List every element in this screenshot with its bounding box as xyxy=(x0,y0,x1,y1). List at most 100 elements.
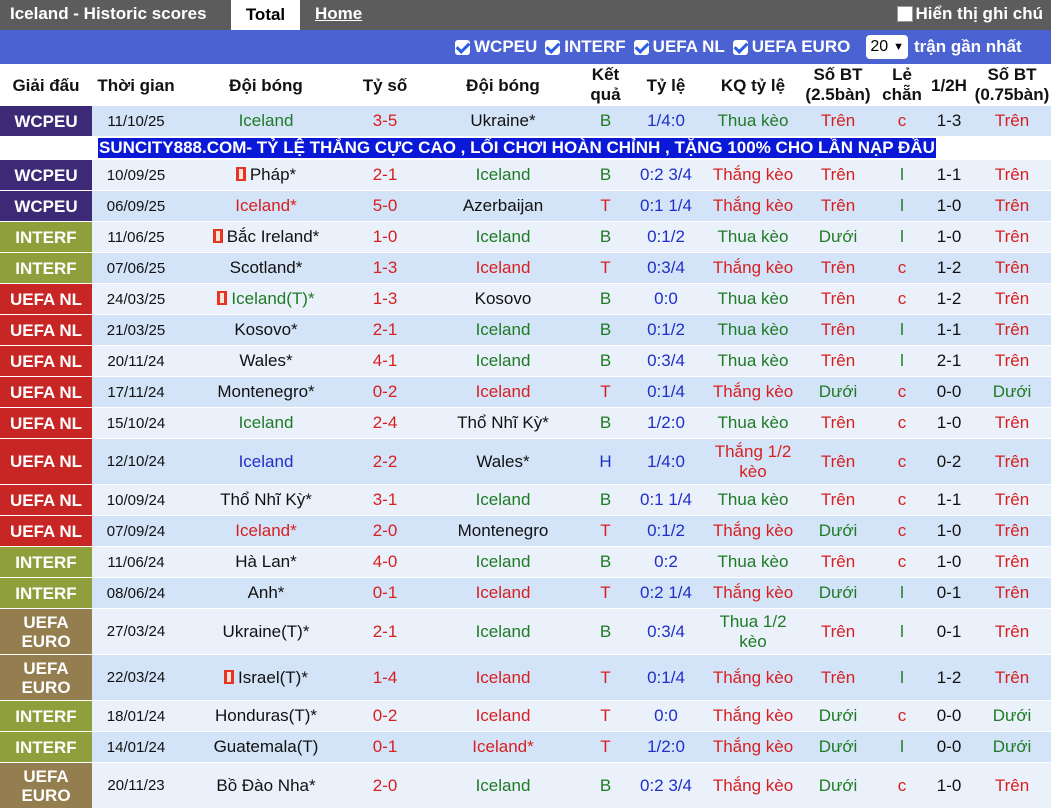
competition-badge[interactable]: INTERF xyxy=(0,221,92,253)
table-row[interactable]: WCPEU 10/09/25 Pháp* 2-1 Iceland B 0:2 3/4 Thắn… xyxy=(0,159,1051,191)
competition-badge[interactable]: UEFA NL xyxy=(0,283,92,315)
checkbox-checked-icon[interactable] xyxy=(633,39,649,55)
match-score[interactable]: 2-4 xyxy=(352,407,418,439)
ad-row[interactable]: SUNCITY888.COM- TỶ LỆ THẮNG CỰC CAO , LỐ… xyxy=(0,136,1051,160)
home-team[interactable]: Guatemala(T) xyxy=(180,731,352,763)
away-team[interactable]: Montenegro xyxy=(418,515,588,547)
match-score[interactable]: 2-1 xyxy=(352,314,418,346)
match-score[interactable]: 0-1 xyxy=(352,731,418,763)
match-score[interactable]: 3-5 xyxy=(352,106,418,137)
home-team[interactable]: Kosovo* xyxy=(180,314,352,346)
table-row[interactable]: INTERF 14/01/24 Guatemala(T) 0-1 Iceland* T 1/… xyxy=(0,731,1051,763)
home-team[interactable]: Wales* xyxy=(180,345,352,377)
away-team[interactable]: Iceland xyxy=(418,314,588,346)
away-team[interactable]: Iceland xyxy=(418,376,588,408)
match-score[interactable]: 1-4 xyxy=(352,654,418,701)
show-notes-toggle[interactable]: Hiển thị ghi chú xyxy=(896,4,1043,24)
competition-badge[interactable]: UEFA EURO xyxy=(0,762,92,809)
home-team[interactable]: Iceland* xyxy=(180,515,352,547)
filter-uefa-euro[interactable]: UEFA EURO xyxy=(732,37,850,57)
table-row[interactable]: INTERF 08/06/24 Anh* 0-1 Iceland T 0:2 1/4 Thắn… xyxy=(0,577,1051,609)
home-team[interactable]: Pháp* xyxy=(180,159,352,191)
match-score[interactable]: 1-3 xyxy=(352,283,418,315)
checkbox-checked-icon[interactable] xyxy=(732,39,748,55)
competition-badge[interactable]: UEFA EURO xyxy=(0,608,92,655)
checkbox-checked-icon[interactable] xyxy=(545,39,561,55)
competition-badge[interactable]: WCPEU xyxy=(0,106,92,137)
away-team[interactable]: Iceland xyxy=(418,546,588,578)
away-team[interactable]: Thổ Nhĩ Kỳ* xyxy=(418,407,588,439)
competition-badge[interactable]: INTERF xyxy=(0,252,92,284)
filter-interf[interactable]: INTERF xyxy=(545,37,626,57)
home-team[interactable]: Iceland(T)* xyxy=(180,283,352,315)
away-team[interactable]: Iceland xyxy=(418,577,588,609)
table-row[interactable]: WCPEU 11/10/25 Iceland 3-5 Ukraine* B 1/4:0 Thu… xyxy=(0,106,1051,137)
table-row[interactable]: UEFA NL 15/10/24 Iceland 2-4 Thổ Nhĩ Kỳ* B 1/2… xyxy=(0,407,1051,439)
table-row[interactable]: INTERF 11/06/25 Bắc Ireland* 1-0 Iceland B 0:1… xyxy=(0,221,1051,253)
table-row[interactable]: UEFA NL 24/03/25 Iceland(T)* 1-3 Kosovo B 0:0 T… xyxy=(0,283,1051,315)
match-score[interactable]: 4-1 xyxy=(352,345,418,377)
match-score[interactable]: 1-0 xyxy=(352,221,418,253)
competition-badge[interactable]: WCPEU xyxy=(0,159,92,191)
away-team[interactable]: Iceland xyxy=(418,252,588,284)
home-team[interactable]: Anh* xyxy=(180,577,352,609)
competition-badge[interactable]: INTERF xyxy=(0,546,92,578)
table-row[interactable]: UEFA NL 17/11/24 Montenegro* 0-2 Iceland T 0:1… xyxy=(0,376,1051,408)
match-score[interactable]: 4-0 xyxy=(352,546,418,578)
show-notes-checkbox[interactable] xyxy=(896,6,913,22)
table-row[interactable]: UEFA NL 20/11/24 Wales* 4-1 Iceland B 0:3/4 Thu… xyxy=(0,345,1051,377)
away-team[interactable]: Azerbaijan xyxy=(418,190,588,222)
competition-badge[interactable]: UEFA EURO xyxy=(0,654,92,701)
home-team[interactable]: Iceland* xyxy=(180,190,352,222)
away-team[interactable]: Iceland* xyxy=(418,731,588,763)
away-team[interactable]: Iceland xyxy=(418,159,588,191)
home-team[interactable]: Thổ Nhĩ Kỳ* xyxy=(180,484,352,516)
match-score[interactable]: 2-1 xyxy=(352,159,418,191)
competition-badge[interactable]: INTERF xyxy=(0,731,92,763)
table-row[interactable]: INTERF 07/06/25 Scotland* 1-3 Iceland T 0:3/4 T… xyxy=(0,252,1051,284)
competition-badge[interactable]: UEFA NL xyxy=(0,407,92,439)
away-team[interactable]: Iceland xyxy=(418,221,588,253)
home-team[interactable]: Scotland* xyxy=(180,252,352,284)
table-row[interactable]: UEFA EURO 22/03/24 Israel(T)* 1-4 Iceland T 0:… xyxy=(0,654,1051,701)
table-row[interactable]: INTERF 18/01/24 Honduras(T)* 0-2 Iceland T 0:0… xyxy=(0,700,1051,732)
competition-badge[interactable]: UEFA NL xyxy=(0,484,92,516)
match-score[interactable]: 1-3 xyxy=(352,252,418,284)
table-row[interactable]: UEFA NL 12/10/24 Iceland 2-2 Wales* H 1/4:0 Thắ… xyxy=(0,438,1051,485)
away-team[interactable]: Iceland xyxy=(418,654,588,701)
home-team[interactable]: Iceland xyxy=(180,106,352,137)
match-score[interactable]: 2-0 xyxy=(352,515,418,547)
table-row[interactable]: UEFA NL 07/09/24 Iceland* 2-0 Montenegro T 0:1… xyxy=(0,515,1051,547)
match-score[interactable]: 3-1 xyxy=(352,484,418,516)
away-team[interactable]: Iceland xyxy=(418,345,588,377)
match-score[interactable]: 2-0 xyxy=(352,762,418,809)
away-team[interactable]: Iceland xyxy=(418,762,588,809)
home-team[interactable]: Iceland xyxy=(180,438,352,485)
home-team[interactable]: Ukraine(T)* xyxy=(180,608,352,655)
away-team[interactable]: Iceland xyxy=(418,484,588,516)
checkbox-checked-icon[interactable] xyxy=(455,39,470,55)
table-row[interactable]: UEFA EURO 20/11/23 Bồ Đào Nha* 2-0 Iceland B 0… xyxy=(0,762,1051,809)
home-team[interactable]: Israel(T)* xyxy=(180,654,352,701)
table-row[interactable]: UEFA NL 21/03/25 Kosovo* 2-1 Iceland B 0:1/2 Th… xyxy=(0,314,1051,346)
away-team[interactable]: Kosovo xyxy=(418,283,588,315)
table-row[interactable]: WCPEU 06/09/25 Iceland* 5-0 Azerbaijan T 0:1 1… xyxy=(0,190,1051,222)
ad-banner[interactable]: SUNCITY888.COM- TỶ LỆ THẮNG CỰC CAO , LỐ… xyxy=(98,138,936,158)
away-team[interactable]: Iceland xyxy=(418,700,588,732)
away-team[interactable]: Wales* xyxy=(418,438,588,485)
home-team[interactable]: Hà Lan* xyxy=(180,546,352,578)
filter-wcpeu[interactable]: WCPEU xyxy=(455,37,537,57)
match-score[interactable]: 0-2 xyxy=(352,376,418,408)
match-score[interactable]: 2-2 xyxy=(352,438,418,485)
away-team[interactable]: Ukraine* xyxy=(418,106,588,137)
filter-uefa-nl[interactable]: UEFA NL xyxy=(633,37,725,57)
competition-badge[interactable]: UEFA NL xyxy=(0,345,92,377)
table-row[interactable]: UEFA NL 10/09/24 Thổ Nhĩ Kỳ* 3-1 Iceland B 0:1… xyxy=(0,484,1051,516)
match-score[interactable]: 0-2 xyxy=(352,700,418,732)
home-team[interactable]: Montenegro* xyxy=(180,376,352,408)
competition-badge[interactable]: INTERF xyxy=(0,577,92,609)
home-team[interactable]: Iceland xyxy=(180,407,352,439)
match-score[interactable]: 5-0 xyxy=(352,190,418,222)
tab-total[interactable]: Total xyxy=(231,0,300,30)
competition-badge[interactable]: WCPEU xyxy=(0,190,92,222)
